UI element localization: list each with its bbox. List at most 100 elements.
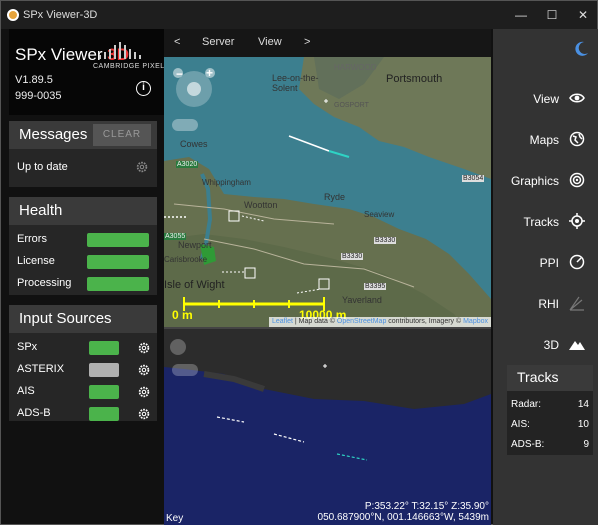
globe-icon bbox=[569, 131, 585, 147]
health-row-errors: Errors bbox=[9, 229, 157, 251]
right-panel: View Maps Graphics Tracks PPI RHI 3D Tra… bbox=[493, 29, 598, 525]
tracks-row-ais: AIS: 10 bbox=[507, 415, 593, 435]
road-shield: A3055 bbox=[164, 233, 187, 240]
menu-ppi[interactable]: PPI bbox=[489, 253, 589, 273]
close-button[interactable]: ✕ bbox=[573, 5, 593, 25]
source-settings-gear-icon[interactable] bbox=[137, 341, 151, 355]
menu-tracks[interactable]: Tracks bbox=[489, 212, 589, 232]
serial-text: 999-0035 bbox=[15, 90, 62, 102]
logo-bars-icon bbox=[99, 39, 149, 59]
attribution-text: | Map data © bbox=[292, 318, 337, 325]
source-settings-gear-icon[interactable] bbox=[137, 363, 151, 377]
tracks-label: ADS-B: bbox=[511, 439, 545, 450]
source-status-indicator[interactable] bbox=[89, 385, 119, 399]
menu-label: Tracks bbox=[523, 215, 559, 229]
messages-status-row: Up to date bbox=[9, 149, 157, 185]
health-row-license: License bbox=[9, 251, 157, 273]
menu-label: PPI bbox=[539, 256, 559, 270]
left-panel: SPx Viewer 3D CAMBRIDGE PIXEL V1.89.5 99… bbox=[9, 29, 165, 519]
map-label: Whippingham bbox=[202, 178, 251, 187]
source-label: ASTERIX bbox=[17, 363, 65, 375]
map-canvas[interactable] bbox=[164, 29, 491, 525]
source-status-indicator[interactable] bbox=[89, 363, 119, 377]
tracks-title: Tracks bbox=[507, 365, 593, 391]
view-menu[interactable]: View bbox=[258, 36, 282, 48]
scale-start-label: 0 m bbox=[172, 308, 193, 322]
health-title: Health bbox=[19, 202, 63, 219]
road-shield: B3054 bbox=[462, 175, 485, 182]
health-status-bar bbox=[87, 255, 149, 269]
leaflet-link[interactable]: Leaflet bbox=[272, 318, 293, 325]
moon-icon[interactable] bbox=[575, 41, 589, 57]
coordinates-readout: 050.687900°N, 001.146663°W, 5439m bbox=[317, 512, 489, 523]
source-status-indicator[interactable] bbox=[89, 341, 119, 355]
server-menu[interactable]: Server bbox=[202, 36, 234, 48]
nav-prev-button[interactable]: < bbox=[174, 36, 180, 48]
company-name: CAMBRIDGE PIXEL bbox=[93, 63, 165, 70]
target-icon bbox=[569, 172, 585, 188]
map-label: Portsmouth bbox=[386, 73, 443, 85]
eye-icon bbox=[569, 93, 585, 103]
input-sources-header: Input Sources bbox=[9, 305, 157, 333]
tracks-count: 14 bbox=[577, 399, 589, 410]
minimize-button[interactable]: — bbox=[511, 5, 531, 25]
mapbox-link[interactable]: Mapbox bbox=[463, 318, 488, 325]
attribution-text: contributors, Imagery © bbox=[386, 318, 464, 325]
key-button[interactable]: Key bbox=[166, 513, 183, 524]
map-label: Cowes bbox=[180, 139, 208, 149]
info-icon[interactable]: i bbox=[136, 81, 151, 96]
tracks-row-adsb: ADS-B: 9 bbox=[507, 435, 593, 455]
map-label: Ryde bbox=[324, 192, 346, 202]
orientation-readout: P:353.22° T:32.15° Z:35.90° bbox=[364, 501, 489, 512]
source-settings-gear-icon[interactable] bbox=[137, 385, 151, 399]
source-row-spx: SPx bbox=[9, 337, 157, 359]
health-status-bar bbox=[87, 277, 149, 291]
menu-label: View bbox=[533, 92, 559, 106]
title-bar: SPx Viewer-3D — ☐ ✕ bbox=[1, 1, 597, 29]
zoom-out-button[interactable]: − bbox=[176, 67, 183, 81]
menu-maps[interactable]: Maps bbox=[489, 130, 589, 150]
menu-label: 3D bbox=[543, 338, 559, 352]
source-row-asterix: ASTERIX bbox=[9, 359, 157, 381]
health-header: Health bbox=[9, 197, 157, 225]
source-label: ADS-B bbox=[17, 407, 51, 419]
menu-graphics[interactable]: Graphics bbox=[489, 171, 589, 191]
map-label: Yaverland bbox=[342, 295, 382, 305]
map-label: Lee-on-the-Solent bbox=[272, 73, 319, 93]
health-label: License bbox=[17, 255, 55, 267]
menu-rhi[interactable]: RHI bbox=[489, 294, 589, 314]
source-row-adsb: ADS-B bbox=[9, 403, 157, 425]
messages-settings-gear-icon[interactable] bbox=[135, 160, 149, 174]
menu-3d[interactable]: 3D bbox=[489, 335, 589, 355]
tracks-label: AIS: bbox=[511, 419, 530, 430]
osm-link[interactable]: OpenStreetMap bbox=[337, 318, 386, 325]
nav-next-button[interactable]: > bbox=[304, 36, 310, 48]
messages-panel: Messages CLEAR Up to date bbox=[9, 121, 157, 187]
map-label: Wootton bbox=[244, 200, 278, 210]
road-shield: B3330 bbox=[341, 253, 364, 260]
input-sources-panel: Input Sources SPx ASTERIX AIS ADS-B bbox=[9, 305, 157, 421]
camera-readout: P:353.22° T:32.15° Z:35.90° 050.687900°N… bbox=[318, 501, 489, 523]
messages-title: Messages bbox=[19, 126, 88, 143]
health-label: Errors bbox=[17, 233, 47, 245]
maximize-button[interactable]: ☐ bbox=[542, 5, 562, 25]
source-settings-gear-icon[interactable] bbox=[137, 407, 151, 421]
source-row-ais: AIS bbox=[9, 381, 157, 403]
map-label: GOSPORT bbox=[334, 102, 369, 109]
health-row-processing: Processing bbox=[9, 273, 157, 295]
road-shield: B3395 bbox=[364, 283, 387, 290]
map-label: Carisbrooke bbox=[164, 255, 208, 264]
map-area[interactable]: HARWOOD Lee-on-the-Solent Portsmouth GOS… bbox=[164, 29, 491, 525]
map-label: Seaview bbox=[364, 210, 395, 219]
tracks-summary: Tracks Radar: 14 AIS: 10 ADS-B: 9 bbox=[507, 365, 593, 455]
map-label: Isle of Wight bbox=[164, 279, 225, 291]
health-label: Processing bbox=[17, 277, 72, 289]
health-status-bar bbox=[87, 233, 149, 247]
map-label: Newport bbox=[178, 240, 212, 250]
clear-button[interactable]: CLEAR bbox=[93, 124, 151, 146]
map-attribution: Leaflet | Map data © OpenStreetMap contr… bbox=[268, 317, 491, 327]
app-window: SPx Viewer-3D — ☐ ✕ SPx Viewer 3D CAMBRI… bbox=[0, 0, 598, 525]
source-status-indicator[interactable] bbox=[89, 407, 119, 421]
zoom-in-button[interactable]: + bbox=[206, 66, 213, 80]
menu-view[interactable]: View bbox=[489, 89, 589, 109]
